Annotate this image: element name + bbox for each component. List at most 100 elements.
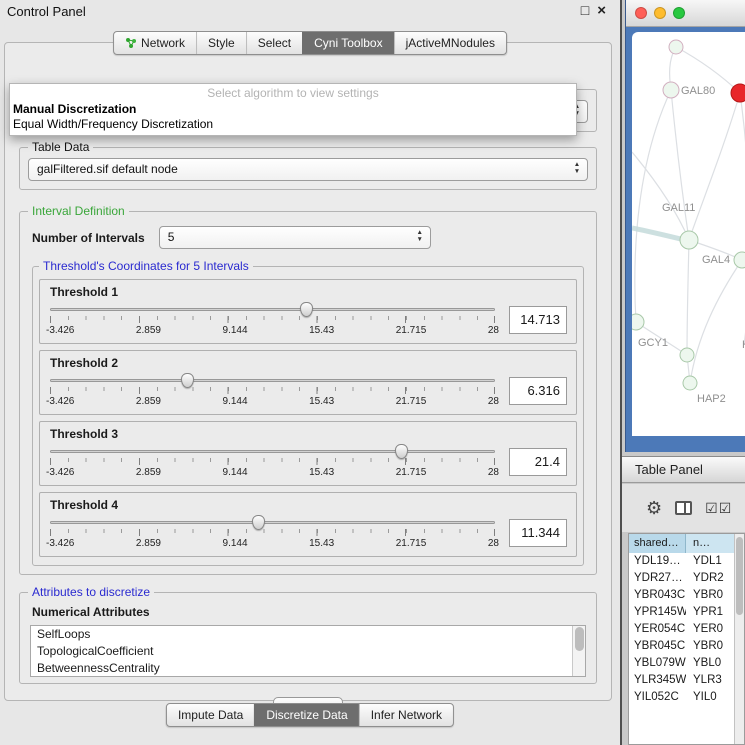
node-attribute-table: shared… n… YDL19…YDL1 YDR27…YDR2 YBR043C… [628, 533, 745, 745]
table-row[interactable]: YER054CYER0 [629, 621, 744, 638]
slider-scale: -3.426 2.859 9.144 15.43 21.715 28 [46, 467, 499, 478]
list-item[interactable]: TopologicalCoefficient [31, 643, 585, 660]
table-row[interactable]: YPR145WYPR1 [629, 604, 744, 621]
control-panel: Control Panel □ × Network Style Select C… [0, 0, 620, 745]
network-node[interactable] [680, 348, 694, 362]
close-icon[interactable]: × [597, 2, 606, 19]
network-canvas[interactable]: GAL80 GAL11 GAL4 GCY1 HAP2 H [632, 32, 745, 436]
slider-thumb[interactable] [181, 373, 194, 388]
slider-scale: -3.426 2.859 9.144 15.43 21.715 28 [46, 538, 499, 549]
table-data-select-value: galFiltered.sif default node [37, 162, 178, 176]
tab-impute-data[interactable]: Impute Data [167, 704, 254, 726]
table-row[interactable]: YLR345WYLR3 [629, 672, 744, 689]
table-scrollbar[interactable] [734, 534, 744, 744]
threshold-4-slider[interactable]: -3.426 2.859 9.144 15.43 21.715 28 [50, 514, 495, 552]
tab-label: Style [208, 36, 235, 50]
table-row[interactable]: YBR043CYBR0 [629, 587, 744, 604]
slider-track[interactable] [50, 308, 495, 311]
slider-major-ticks [50, 316, 495, 323]
scale-label: 2.859 [136, 325, 161, 336]
number-of-intervals-select[interactable]: 5 ▲ ▼ [159, 226, 431, 249]
network-node[interactable] [669, 40, 683, 54]
threshold-1-value-field[interactable]: 14.713 [509, 306, 567, 334]
gear-icon[interactable]: ⚙ [646, 498, 662, 519]
interval-definition-group: Interval Definition Number of Intervals … [19, 204, 597, 575]
scale-label: 9.144 [223, 325, 248, 336]
network-node-selected[interactable] [731, 84, 745, 102]
attributes-scrollbar[interactable] [572, 626, 585, 676]
scrollbar-thumb[interactable] [736, 537, 743, 615]
network-node[interactable] [734, 252, 745, 268]
tab-network[interactable]: Network [114, 32, 196, 54]
scale-label: 21.715 [396, 538, 427, 549]
table-data-group: Table Data galFiltered.sif default node … [19, 140, 597, 190]
bottom-tab-bar: Impute Data Discretize Data Infer Networ… [166, 703, 454, 727]
control-panel-titlebar: Control Panel □ × [0, 0, 620, 24]
columns-icon[interactable] [675, 501, 692, 515]
scale-label: 2.859 [136, 538, 161, 549]
threshold-1-slider[interactable]: -3.426 2.859 9.144 15.43 21.715 28 [50, 301, 495, 339]
slider-thumb[interactable] [300, 302, 313, 317]
tab-label: Impute Data [178, 708, 243, 722]
numerical-attributes-label: Numerical Attributes [32, 605, 588, 619]
node-label: GAL4 [702, 254, 730, 266]
table-row[interactable]: YDR27…YDR2 [629, 570, 744, 587]
threshold-label: Threshold 1 [50, 285, 567, 299]
table-row[interactable]: YBR045CYBR0 [629, 638, 744, 655]
scrollbar-thumb[interactable] [575, 627, 584, 651]
scale-label: 21.715 [396, 396, 427, 407]
tab-style[interactable]: Style [196, 32, 246, 54]
select-checkboxes-icon[interactable]: ☑☑ [705, 500, 732, 517]
scale-label: 15.43 [309, 467, 334, 478]
threshold-2-slider[interactable]: -3.426 2.859 9.144 15.43 21.715 28 [50, 372, 495, 410]
threshold-2-group: Threshold 2 -3.426 2.859 9.144 15.43 [39, 350, 577, 415]
thresholds-legend: Threshold's Coordinates for 5 Intervals [39, 259, 253, 273]
tab-infer-network[interactable]: Infer Network [359, 704, 453, 726]
network-node[interactable] [680, 231, 698, 249]
network-node[interactable] [663, 82, 679, 98]
table-data-select[interactable]: galFiltered.sif default node ▲ ▼ [28, 158, 588, 181]
tab-discretize-data[interactable]: Discretize Data [254, 704, 358, 726]
tab-select[interactable]: Select [246, 32, 302, 54]
float-window-icon[interactable]: □ [581, 2, 589, 19]
traffic-light-zoom-icon[interactable] [673, 7, 685, 19]
popup-item-manual-discretization[interactable]: Manual Discretization [10, 102, 576, 117]
scale-label: 15.43 [309, 396, 334, 407]
slider-thumb[interactable] [395, 444, 408, 459]
traffic-light-close-icon[interactable] [635, 7, 647, 19]
table-row[interactable]: YDL19…YDL1 [629, 553, 744, 570]
slider-track[interactable] [50, 379, 495, 382]
thresholds-group: Threshold's Coordinates for 5 Intervals … [32, 259, 584, 566]
list-item[interactable]: BetweennessCentrality [31, 660, 585, 677]
table-row[interactable]: YIL052CYIL0 [629, 689, 744, 706]
algorithm-dropdown-popup: Select algorithm to view settings Manual… [9, 83, 577, 136]
tab-jactivemnodules[interactable]: jActiveMNodules [394, 32, 506, 54]
combo-arrows-icon: ▲ ▼ [570, 161, 584, 175]
network-node[interactable] [632, 314, 644, 330]
right-panel: GAL80 GAL11 GAL4 GCY1 HAP2 H Table Panel… [620, 0, 745, 745]
tab-cyni-toolbox[interactable]: Cyni Toolbox [302, 32, 393, 54]
threshold-2-value-field[interactable]: 6.316 [509, 377, 567, 405]
network-node[interactable] [683, 376, 697, 390]
scale-label: 9.144 [223, 467, 248, 478]
threshold-3-slider[interactable]: -3.426 2.859 9.144 15.43 21.715 28 [50, 443, 495, 481]
node-label: HAP2 [697, 393, 726, 405]
table-row[interactable]: YBL079WYBL0 [629, 655, 744, 672]
network-icon [125, 37, 137, 49]
popup-item-equal-width[interactable]: Equal Width/Frequency Discretization [10, 117, 576, 132]
slider-track[interactable] [50, 450, 495, 453]
table-header-row: shared… n… [629, 534, 744, 553]
slider-track[interactable] [50, 521, 495, 524]
column-header-shared[interactable]: shared… [629, 534, 686, 553]
network-view-window: GAL80 GAL11 GAL4 GCY1 HAP2 H [625, 0, 745, 452]
panel-title: Control Panel [7, 4, 86, 19]
scale-label: 15.43 [309, 325, 334, 336]
list-item[interactable]: SelfLoops [31, 626, 585, 643]
table-data-legend: Table Data [28, 140, 93, 154]
table-panel-header[interactable]: Table Panel [622, 456, 745, 483]
threshold-3-value-field[interactable]: 21.4 [509, 448, 567, 476]
traffic-light-minimize-icon[interactable] [654, 7, 666, 19]
threshold-4-group: Threshold 4 -3.426 2.859 9.144 15.43 [39, 492, 577, 557]
threshold-4-value-field[interactable]: 11.344 [509, 519, 567, 547]
slider-thumb[interactable] [252, 515, 265, 530]
